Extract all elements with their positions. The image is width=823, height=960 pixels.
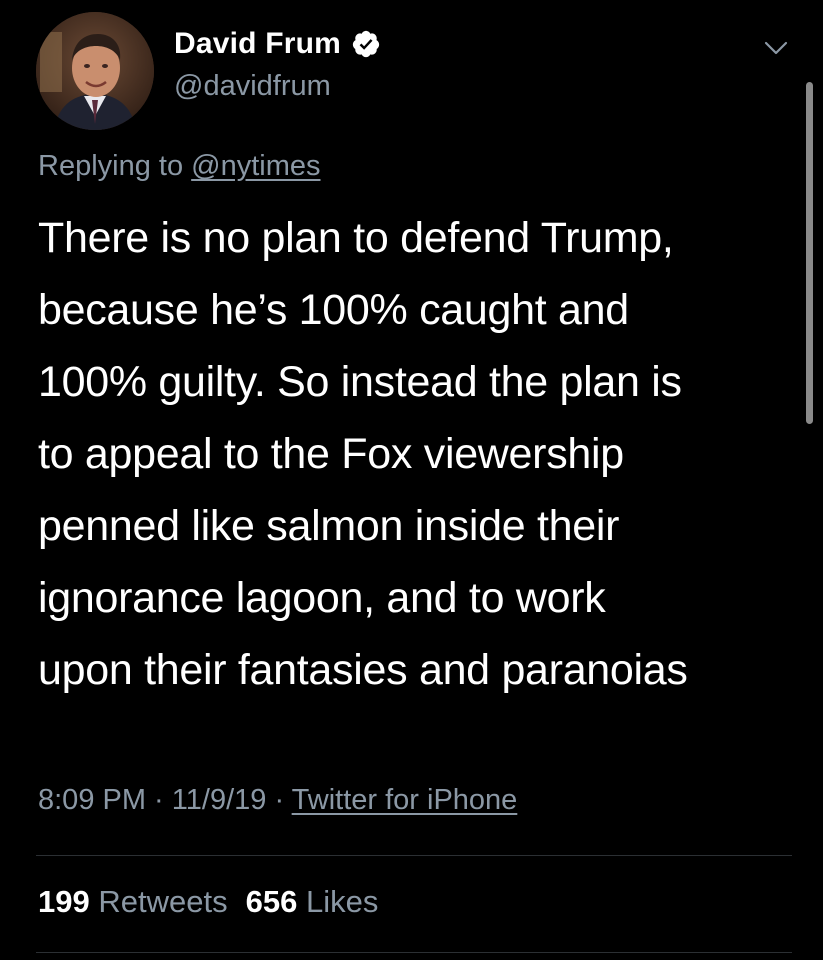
meta-separator: ·: [266, 784, 292, 816]
retweets-stat[interactable]: 199 Retweets: [38, 884, 228, 919]
divider: [36, 952, 792, 953]
replying-to: Replying to @nytimes: [38, 150, 321, 183]
scrollbar[interactable]: [806, 82, 813, 424]
author-name-row[interactable]: David Frum: [174, 24, 381, 64]
replying-prefix: Replying to: [38, 150, 184, 182]
tweet-metadata: 8:09 PM · 11/9/19 · Twitter for iPhone: [38, 784, 517, 817]
likes-stat[interactable]: 656 Likes: [246, 884, 379, 919]
likes-label: Likes: [305, 884, 379, 919]
tweet-text-line: penned like salmon inside their: [38, 502, 620, 550]
tweet-text-line: because he’s 100% caught and: [38, 286, 629, 334]
tweet-text: There is no plan to defend Trump, becaus…: [38, 202, 798, 706]
tweet-text-line: ignorance lagoon, and to work: [38, 574, 606, 622]
verified-badge-icon: [351, 29, 381, 59]
avatar-photo: [36, 12, 154, 130]
likes-count: 656: [245, 884, 298, 919]
tweet-text-line: 100% guilty. So instead the plan is: [38, 358, 682, 406]
chevron-down-icon[interactable]: [762, 38, 790, 58]
display-name[interactable]: David Frum: [174, 27, 341, 61]
retweets-label: Retweets: [98, 884, 228, 919]
reply-mention-link[interactable]: @nytimes: [191, 150, 320, 182]
tweet-text-line: to appeal to the Fox viewership: [38, 430, 624, 478]
tweet-text-line: There is no plan to defend Trump,: [38, 214, 674, 262]
tweet-text-line: upon their fantasies and paranoias: [38, 646, 688, 694]
tweet-detail: David Frum @davidfrum Replying to @nytim…: [0, 0, 823, 960]
retweets-count: 199: [38, 884, 90, 919]
tweet-source-link[interactable]: Twitter for iPhone: [292, 784, 518, 816]
tweet-stats: 199 Retweets 656 Likes: [38, 884, 378, 920]
author-handle[interactable]: @davidfrum: [174, 70, 331, 103]
divider: [36, 855, 792, 856]
avatar[interactable]: [36, 12, 154, 130]
tweet-date: 11/9/19: [171, 784, 267, 816]
meta-separator: ·: [146, 784, 172, 816]
tweet-time: 8:09 PM: [38, 784, 146, 816]
